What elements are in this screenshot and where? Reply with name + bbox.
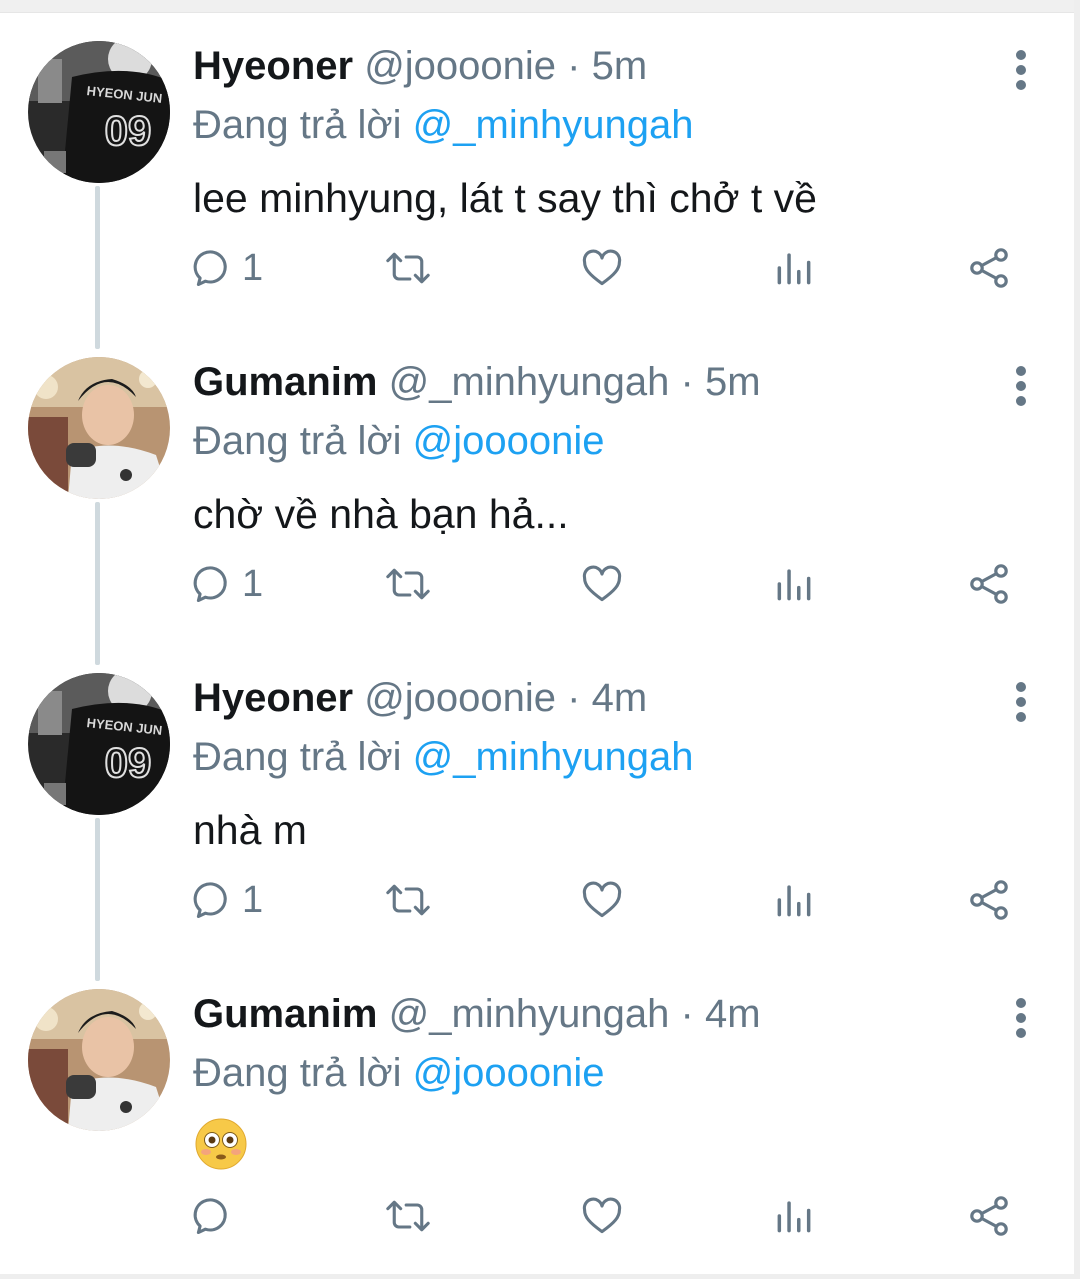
gumanim-avatar[interactable] xyxy=(28,989,170,1131)
stats-button[interactable] xyxy=(772,556,816,612)
action-bar xyxy=(0,1188,1074,1244)
flushed-face-emoji xyxy=(195,1118,247,1170)
reply-prefix: Đang trả lời xyxy=(193,735,402,779)
display-name[interactable]: Hyeoner xyxy=(193,44,353,88)
jersey-number: 09 xyxy=(105,107,152,154)
stats-button[interactable] xyxy=(772,872,816,928)
separator: · xyxy=(680,992,694,1036)
separator: · xyxy=(680,360,694,404)
share-icon xyxy=(970,1196,1008,1236)
replying-to: Đang trả lời @joooonie xyxy=(193,415,605,467)
reply-icon xyxy=(193,1198,227,1235)
share-icon xyxy=(970,880,1008,920)
share-button[interactable] xyxy=(965,240,1013,296)
share-icon xyxy=(970,564,1008,604)
retweet-icon xyxy=(386,1200,430,1232)
reply-mention[interactable]: @_minhyungah xyxy=(413,735,694,779)
share-button[interactable] xyxy=(965,556,1013,612)
tweet[interactable]: Gumanim @_minhyungah · 5m Đang trả lời @… xyxy=(0,316,1074,632)
timestamp[interactable]: 4m xyxy=(592,676,648,720)
reply-prefix: Đang trả lời xyxy=(193,103,402,147)
share-icon xyxy=(970,248,1008,288)
separator: · xyxy=(567,676,581,720)
right-edge xyxy=(1074,0,1080,1279)
timestamp[interactable]: 4m xyxy=(705,992,761,1036)
retweet-button[interactable] xyxy=(384,1188,432,1244)
reply-button[interactable]: 1 xyxy=(190,240,263,296)
like-button[interactable] xyxy=(580,1188,624,1244)
action-bar: 1 xyxy=(0,240,1074,296)
tweet-text: lee minhyung, lát t say thì chở t về xyxy=(193,175,817,221)
reply-prefix: Đang trả lời xyxy=(193,1051,402,1095)
heart-icon xyxy=(582,1197,622,1234)
handle[interactable]: @_minhyungah xyxy=(389,992,670,1036)
like-button[interactable] xyxy=(580,240,624,296)
retweet-button[interactable] xyxy=(384,240,432,296)
handle[interactable]: @joooonie xyxy=(364,44,556,88)
reply-mention[interactable]: @joooonie xyxy=(413,419,605,463)
retweet-button[interactable] xyxy=(384,872,432,928)
reply-button[interactable]: 1 xyxy=(190,556,263,612)
timestamp[interactable]: 5m xyxy=(705,360,761,404)
reply-mention[interactable]: @_minhyungah xyxy=(413,103,694,147)
retweet-icon xyxy=(386,568,430,600)
stats-icon xyxy=(777,569,811,601)
tweet-header: Hyeoner @joooonie · 5m xyxy=(193,40,647,92)
reply-icon xyxy=(193,882,227,919)
heart-icon xyxy=(582,565,622,602)
reply-count: 1 xyxy=(242,562,264,605)
timestamp[interactable]: 5m xyxy=(592,44,648,88)
reply-prefix: Đang trả lời xyxy=(193,419,402,463)
reply-count: 1 xyxy=(242,246,264,289)
more-options-icon[interactable] xyxy=(1008,366,1034,406)
display-name[interactable]: Gumanim xyxy=(193,992,377,1036)
handle[interactable]: @_minhyungah xyxy=(389,360,670,404)
more-options-icon[interactable] xyxy=(1008,998,1034,1038)
replying-to: Đang trả lời @joooonie xyxy=(193,1047,605,1099)
reply-icon xyxy=(193,566,227,603)
tweet[interactable]: Gumanim @_minhyungah · 4m Đang trả lời @… xyxy=(0,948,1074,1264)
separator: · xyxy=(567,44,581,88)
action-bar: 1 xyxy=(0,872,1074,928)
tweet-header: Gumanim @_minhyungah · 5m xyxy=(193,356,761,408)
reply-count: 1 xyxy=(242,878,264,921)
stats-icon xyxy=(777,885,811,917)
tweet-text: chờ về nhà bạn hả... xyxy=(193,491,569,537)
tweet-header: Hyeoner @joooonie · 4m xyxy=(193,672,647,724)
reply-mention[interactable]: @joooonie xyxy=(413,1051,605,1095)
display-name[interactable]: Gumanim xyxy=(193,360,377,404)
handle[interactable]: @joooonie xyxy=(364,676,556,720)
reply-icon xyxy=(193,250,227,287)
heart-icon xyxy=(582,249,622,286)
retweet-button[interactable] xyxy=(384,556,432,612)
share-button[interactable] xyxy=(965,872,1013,928)
share-button[interactable] xyxy=(965,1188,1013,1244)
hyeoner-avatar[interactable]: HYEON JUN 09 xyxy=(28,41,170,183)
stats-button[interactable] xyxy=(772,240,816,296)
more-options-icon[interactable] xyxy=(1008,50,1034,90)
like-button[interactable] xyxy=(580,872,624,928)
tweet-text: nhà m xyxy=(193,807,307,853)
reply-button[interactable] xyxy=(190,1188,242,1244)
stats-icon xyxy=(777,1201,811,1233)
stats-icon xyxy=(777,253,811,285)
reply-button[interactable]: 1 xyxy=(190,872,263,928)
jersey-number: 09 xyxy=(105,739,152,786)
retweet-icon xyxy=(386,252,430,284)
replying-to: Đang trả lời @_minhyungah xyxy=(193,731,693,783)
gumanim-avatar[interactable] xyxy=(28,357,170,499)
display-name[interactable]: Hyeoner xyxy=(193,676,353,720)
retweet-icon xyxy=(386,884,430,916)
more-options-icon[interactable] xyxy=(1008,682,1034,722)
action-bar: 1 xyxy=(0,556,1074,612)
tweet[interactable]: HYEON JUN 09 Hyeoner @joooonie · 4m Đang … xyxy=(0,632,1074,948)
bottom-edge xyxy=(0,1274,1080,1279)
replying-to: Đang trả lời @_minhyungah xyxy=(193,99,693,151)
stats-button[interactable] xyxy=(772,1188,816,1244)
tweet[interactable]: HYEON JUN 09 Hyeoner @joooonie · 5m Đang … xyxy=(0,0,1074,316)
like-button[interactable] xyxy=(580,556,624,612)
tweet-header: Gumanim @_minhyungah · 4m xyxy=(193,988,761,1040)
heart-icon xyxy=(582,881,622,918)
hyeoner-avatar[interactable]: HYEON JUN 09 xyxy=(28,673,170,815)
